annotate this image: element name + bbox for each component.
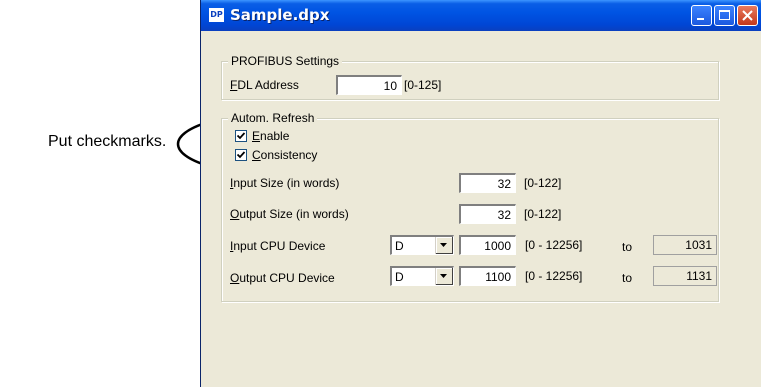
fdl-address-input[interactable]: 10 [336,75,402,95]
input-cpu-to-label: to [622,240,633,254]
minimize-icon [697,18,704,20]
input-cpu-end-value: 1031 [653,235,717,255]
window-title: Sample.dpx [230,6,330,24]
enable-checkbox[interactable] [235,130,247,142]
output-cpu-device-value: D [395,270,404,284]
dialog-window: DP Sample.dpx PROFIBUS Settings FDL Addr… [200,0,761,387]
minimize-button[interactable] [691,5,712,26]
autom-refresh-legend: Autom. Refresh [228,111,318,125]
output-size-label: Output Size (in words) [230,207,349,221]
close-button[interactable] [737,5,758,26]
output-cpu-device-select[interactable]: D [390,266,454,286]
profibus-settings-group: PROFIBUS Settings FDL Address 10 [0-125] [221,54,719,100]
fdl-address-label: FDL Address [230,78,299,92]
output-cpu-start-input[interactable]: 1100 [459,266,516,286]
input-cpu-device-label: Input CPU Device [230,239,326,253]
checkmark-icon [236,151,246,159]
consistency-label: Consistency [252,148,318,162]
output-cpu-range: [0 - 12256] [525,269,583,283]
input-cpu-device-select[interactable]: D [390,235,454,255]
input-cpu-start-input[interactable]: 1000 [459,235,516,255]
dropdown-arrow-button[interactable] [435,268,453,285]
title-bar[interactable]: DP Sample.dpx [201,0,761,31]
enable-label: Enable [252,129,290,143]
checkmark-icon [236,132,246,140]
output-size-input[interactable]: 32 [459,204,516,224]
app-icon: DP [209,8,224,22]
consistency-checkbox[interactable] [235,149,247,161]
window-body: PROFIBUS Settings FDL Address 10 [0-125]… [201,31,761,387]
profibus-settings-legend: PROFIBUS Settings [228,54,343,68]
annotation-text: Put checkmarks. [48,133,167,150]
close-icon [742,10,753,21]
input-cpu-range: [0 - 12256] [525,238,583,252]
maximize-icon [719,10,730,20]
input-cpu-device-value: D [395,239,404,253]
output-size-range: [0-122] [524,207,562,221]
chevron-down-icon [440,274,447,278]
input-size-range: [0-122] [524,176,562,190]
fdl-address-range: [0-125] [404,78,442,92]
autom-refresh-group: Autom. Refresh Enable Consistency Input … [221,111,719,302]
input-size-input[interactable]: 32 [459,173,516,193]
output-cpu-device-label: Output CPU Device [230,271,335,285]
output-cpu-to-label: to [622,271,633,285]
chevron-down-icon [440,243,447,247]
maximize-button[interactable] [714,5,735,26]
output-cpu-end-value: 1131 [653,266,717,286]
input-size-label: Input Size (in words) [230,176,340,190]
dropdown-arrow-button[interactable] [435,237,453,254]
